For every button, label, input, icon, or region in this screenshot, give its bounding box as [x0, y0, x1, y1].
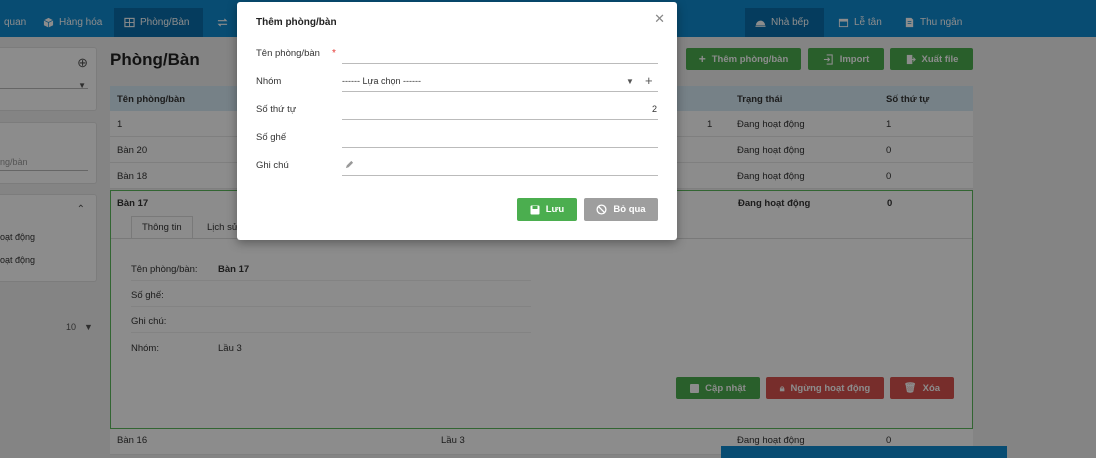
group-field-label: Nhóm [256, 76, 282, 87]
caret-down-icon[interactable]: ▼ [626, 77, 634, 86]
order-field-label: Số thứ tự [256, 104, 297, 115]
add-table-modal: Thêm phòng/bàn ✕ Tên phòng/bàn * Nhóm --… [237, 2, 677, 240]
name-field-label: Tên phòng/bàn [256, 48, 320, 59]
seats-field[interactable] [342, 147, 658, 148]
name-field[interactable] [342, 63, 658, 64]
cancel-label: Bỏ qua [613, 204, 646, 215]
modal-title: Thêm phòng/bàn [256, 17, 337, 28]
group-select-line [342, 91, 658, 92]
save-button[interactable]: Lưu [517, 198, 577, 221]
save-label: Lưu [545, 204, 565, 215]
required-asterisk-icon: * [332, 48, 336, 59]
note-field-label: Ghi chú [256, 160, 289, 171]
note-field[interactable] [342, 175, 658, 176]
close-icon[interactable]: ✕ [654, 11, 665, 27]
cancel-button[interactable]: Bỏ qua [584, 198, 658, 221]
seats-field-label: Số ghế [256, 132, 287, 143]
group-select[interactable]: ------ Lựa chọn ------ [342, 76, 421, 86]
plus-icon[interactable]: + [645, 73, 653, 88]
ban-icon [596, 204, 607, 215]
order-field-line [342, 119, 658, 120]
pencil-icon [345, 160, 354, 169]
order-field[interactable]: 2 [652, 104, 657, 114]
floppy-disk-icon [530, 205, 540, 214]
